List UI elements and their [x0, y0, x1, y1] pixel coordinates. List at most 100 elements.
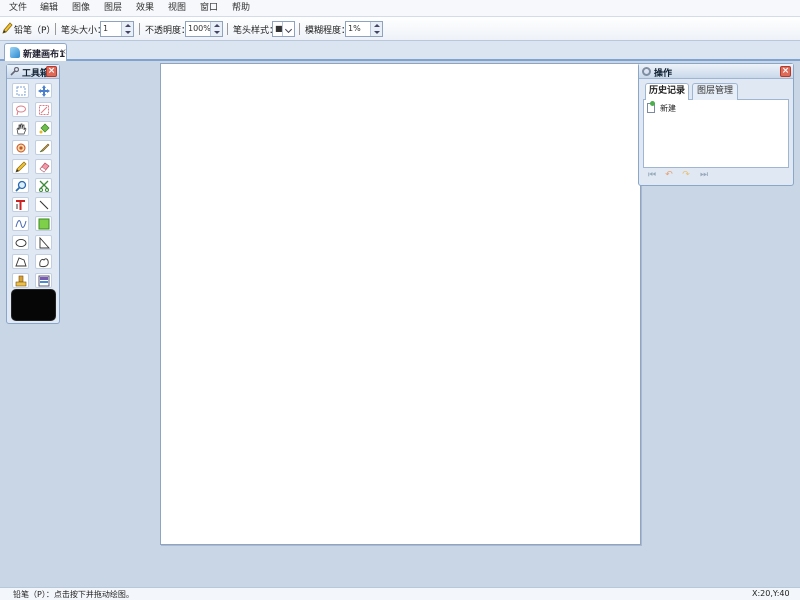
operations-header[interactable]: 操作 × — [639, 64, 793, 79]
shape-icon — [39, 258, 49, 268]
canvas-icon — [10, 47, 20, 58]
separator — [139, 23, 140, 35]
menu-edit[interactable]: 编辑 — [40, 0, 58, 17]
color-picker-icon — [15, 275, 27, 287]
blur-value: 1% — [348, 24, 361, 33]
spin-arrows-icon[interactable] — [370, 22, 382, 36]
text-icon — [16, 200, 25, 210]
magnifier-icon — [15, 180, 27, 192]
eraser-icon — [39, 162, 50, 173]
blur-label: 模糊程度： — [305, 26, 351, 36]
brush-style-select[interactable]: ■ — [272, 21, 295, 37]
document-tab[interactable]: 新建画布1 × — [4, 43, 67, 61]
magic-select-tool[interactable] — [35, 102, 52, 117]
menu-window[interactable]: 窗口 — [200, 0, 218, 17]
curve-icon — [15, 220, 27, 228]
palette-tool[interactable] — [35, 273, 52, 288]
close-icon[interactable]: × — [780, 66, 791, 77]
triangle-icon — [39, 237, 50, 249]
brush-icon — [39, 143, 50, 153]
current-tool-label: 铅笔（P） — [14, 26, 56, 36]
history-item-label: 新建 — [660, 104, 676, 113]
tab-layers[interactable]: 图层管理 — [692, 83, 738, 100]
operations-tabs: 历史记录 图层管理 — [643, 83, 789, 101]
status-bar: 铅笔（P）：点击按下并拖动绘图。 X:20,Y:40 — [0, 587, 800, 600]
shape-tool[interactable] — [35, 254, 52, 269]
pencil-icon — [2, 22, 13, 34]
color-picker-tool[interactable] — [12, 273, 29, 288]
text-tool[interactable] — [12, 197, 29, 212]
lasso-icon — [16, 105, 26, 116]
rect-select-tool[interactable] — [12, 83, 29, 98]
cursor-coordinates: X:20,Y:40 — [752, 589, 790, 598]
separator — [227, 23, 228, 35]
close-icon[interactable]: × — [46, 66, 57, 77]
drawing-canvas[interactable] — [160, 63, 641, 545]
opacity-value: 100% — [188, 24, 211, 33]
separator — [55, 23, 56, 35]
polygon-tool[interactable] — [12, 254, 29, 269]
separator — [299, 23, 300, 35]
close-tab-icon[interactable]: × — [60, 47, 67, 56]
stamp-tool[interactable] — [12, 140, 29, 155]
paint-bucket-tool[interactable] — [35, 121, 52, 136]
undo-icon[interactable]: ↶ — [663, 170, 675, 180]
history-last-icon[interactable]: ⏭ — [698, 170, 710, 180]
scissors-icon — [39, 180, 49, 192]
foreground-color-swatch[interactable] — [11, 289, 56, 321]
brush-size-stepper[interactable]: 1 — [100, 21, 134, 37]
curve-tool[interactable] — [12, 216, 29, 231]
menu-effects[interactable]: 效果 — [136, 0, 154, 17]
toolbox-title: 工具箱 — [22, 69, 50, 79]
pencil-icon — [15, 161, 27, 173]
triangle-tool[interactable] — [35, 235, 52, 250]
paint-bucket-icon — [39, 123, 50, 134]
chevron-down-icon — [284, 25, 293, 34]
menu-file[interactable]: 文件 — [9, 0, 27, 17]
palette-icon — [38, 275, 50, 287]
move-icon — [38, 85, 50, 97]
document-tab-title: 新建画布1 — [23, 50, 66, 60]
tab-history[interactable]: 历史记录 — [645, 83, 689, 101]
menu-layer[interactable]: 图层 — [104, 0, 122, 17]
ellipse-tool[interactable] — [12, 235, 29, 250]
menu-view[interactable]: 视图 — [168, 0, 186, 17]
redo-icon[interactable]: ↷ — [680, 170, 692, 180]
blur-stepper[interactable]: 1% — [345, 21, 383, 37]
eraser-tool[interactable] — [35, 159, 52, 174]
hand-tool[interactable] — [12, 121, 29, 136]
hand-icon — [16, 123, 27, 135]
move-tool[interactable] — [35, 83, 52, 98]
opacity-stepper[interactable]: 100% — [185, 21, 223, 37]
wrench-icon — [10, 67, 19, 76]
toolbox-header[interactable]: 工具箱 × — [7, 65, 59, 79]
line-icon — [39, 200, 49, 210]
pencil-tool[interactable] — [12, 159, 29, 174]
spin-arrows-icon[interactable] — [210, 22, 222, 36]
crop-tool[interactable] — [35, 178, 52, 193]
brush-tool[interactable] — [35, 140, 52, 155]
rectangle-tool[interactable] — [35, 216, 52, 231]
toolbox-panel: 工具箱 × — [6, 64, 60, 324]
operations-title: 操作 — [654, 69, 673, 79]
rectangle-icon — [38, 218, 50, 230]
history-first-icon[interactable]: ⏮ — [646, 170, 658, 180]
dropdown-arrow[interactable] — [282, 22, 294, 36]
stamp-icon — [16, 143, 26, 153]
spin-arrows-icon[interactable] — [121, 22, 133, 36]
menu-bar: 文件 编辑 图像 图层 效果 视图 窗口 帮助 — [0, 0, 800, 17]
menu-help[interactable]: 帮助 — [232, 0, 250, 17]
operations-panel: 操作 × 历史记录 图层管理 新建 ⏮ ↶ ↷ ⏭ — [638, 63, 794, 186]
opacity-label: 不透明度： — [145, 26, 191, 36]
status-hint: 铅笔（P）：点击按下并拖动绘图。 — [13, 590, 134, 599]
line-tool[interactable] — [35, 197, 52, 212]
gear-icon — [642, 67, 651, 76]
tool-options-bar: 铅笔（P） 笔头大小： 1 不透明度： 100% 笔头样式： ■ 模糊程度： 1… — [0, 17, 800, 41]
lasso-tool[interactable] — [12, 102, 29, 117]
brush-size-value: 1 — [103, 24, 109, 33]
new-document-icon — [647, 101, 655, 113]
zoom-tool[interactable] — [12, 178, 29, 193]
ellipse-select-icon — [39, 105, 49, 115]
ellipse-icon — [15, 238, 27, 248]
menu-image[interactable]: 图像 — [72, 0, 90, 17]
